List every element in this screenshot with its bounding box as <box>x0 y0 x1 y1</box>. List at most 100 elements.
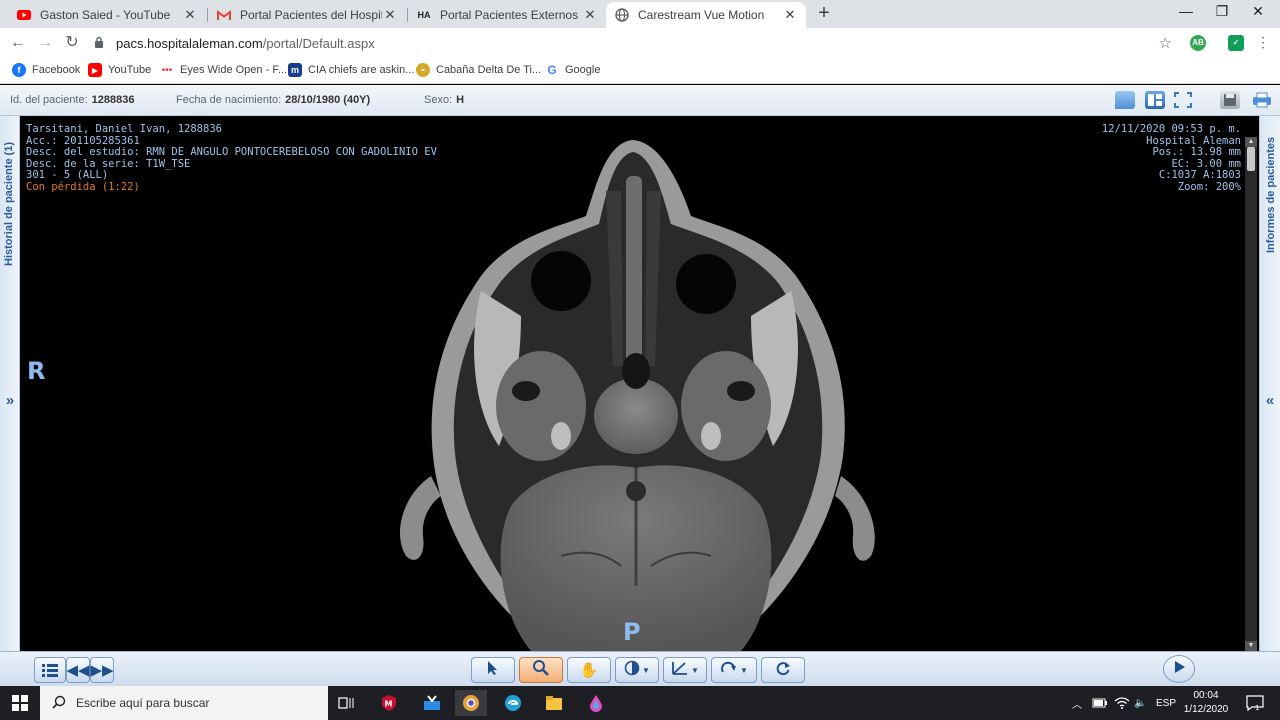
patient-name-line: Tarsitani, Daniel Ivan, 1288836 <box>26 123 222 135</box>
windows-logo-icon <box>12 695 28 711</box>
battery-icon[interactable] <box>1092 686 1108 720</box>
show-hidden-icons[interactable]: ︿ <box>1072 686 1082 720</box>
patient-history-panel[interactable]: Historial de paciente (1) » <box>0 116 20 651</box>
bookmark-label: YouTube <box>108 64 152 76</box>
play-icon <box>1172 660 1186 678</box>
tab-youtube[interactable]: Gaston Saied - YouTube ✕ <box>8 2 206 28</box>
more-menu-icon[interactable]: ⋮ <box>1256 34 1270 51</box>
bookmark-label: Cabaña Delta De Ti... <box>436 64 542 76</box>
tab-portal-pacientes-externos[interactable]: HA Portal Pacientes Externos ✕ <box>408 2 606 28</box>
shield-extension-icon[interactable]: ✓ <box>1228 35 1244 51</box>
patient-dob: Fecha de nacimiento: 28/10/1980 (40Y) <box>176 94 371 106</box>
expand-chevron-icon[interactable]: » <box>0 392 20 409</box>
ha-logo-icon: HA <box>417 10 431 20</box>
print-icon[interactable] <box>1251 91 1271 109</box>
reload-icon[interactable]: ↻ <box>62 33 82 53</box>
viewer-toolbar: ◀◀ ▶▶ ✋ ▼ ▼ ▼ <box>0 651 1280 686</box>
clock-time: 00:04 <box>1193 690 1219 701</box>
task-view-icon[interactable] <box>330 690 362 716</box>
bookmark-cabana-delta[interactable]: ◓ Cabaña Delta De Ti... <box>416 63 541 77</box>
bookmark-label: Eyes Wide Open - F... <box>180 64 287 76</box>
patient-info-header: Id. del paciente: 1288836 Fecha de nacimi… <box>0 85 1280 116</box>
overlay-top-right: 12/11/2020 09:53 p. m. Hospital Aleman P… <box>1102 123 1241 194</box>
maximize-icon[interactable]: ❐ <box>1212 3 1232 20</box>
patient-reports-panel[interactable]: Informes de pacientes « <box>1259 116 1280 651</box>
notification-center-icon[interactable]: 1 <box>1246 686 1264 720</box>
url-input[interactable]: pacs.hospitalaleman.com/portal/Default.a… <box>90 31 1184 55</box>
edge-icon[interactable] <box>497 690 529 716</box>
close-icon[interactable]: ✕ <box>782 7 798 23</box>
windows-start-button[interactable] <box>0 686 40 720</box>
scroll-up-icon[interactable]: ▲ <box>1245 137 1257 147</box>
new-tab-button[interactable]: + <box>814 3 834 24</box>
url-host: pacs.hospitalaleman.com <box>116 35 263 51</box>
rotate-flip-tool-button[interactable]: ▼ <box>711 657 757 683</box>
tab-carestream-vue-motion[interactable]: Carestream Vue Motion ✕ <box>606 2 806 28</box>
pan-tool-button[interactable]: ✋ <box>567 657 611 683</box>
next-series-button[interactable]: ▶▶ <box>90 657 114 683</box>
close-icon[interactable]: ✕ <box>582 7 598 23</box>
previous-series-button[interactable]: ◀◀ <box>66 657 90 683</box>
patient-history-label: Historial de paciente (1) <box>3 141 15 266</box>
tab-title: Gaston Saied - YouTube <box>40 8 171 22</box>
scroll-down-icon[interactable]: ▼ <box>1245 641 1257 651</box>
bookmark-label: Google <box>565 64 601 76</box>
language-indicator[interactable]: ESP <box>1156 686 1176 720</box>
image-scrollbar[interactable]: ▲ ▼ <box>1245 137 1257 651</box>
chevron-down-icon: ▼ <box>642 665 650 675</box>
window-close-icon[interactable]: ✕ <box>1248 3 1268 20</box>
pointer-tool-button[interactable] <box>471 657 515 683</box>
wifi-icon[interactable] <box>1114 686 1130 720</box>
tab-title: Portal Pacientes Externos <box>440 8 579 22</box>
back-arrow-icon[interactable]: ← <box>8 33 28 53</box>
minimize-icon[interactable]: — <box>1176 3 1196 19</box>
cursor-arrow-icon <box>486 660 500 680</box>
cine-play-button[interactable] <box>1163 655 1195 683</box>
compression-line: Con pérdida (1:22) <box>26 180 140 193</box>
tab-portal-pacientes-hospital[interactable]: Portal Pacientes del Hospital Alem ✕ <box>208 2 406 28</box>
address-bar: ← → ↻ pacs.hospitalaleman.com/portal/Def… <box>0 28 1280 58</box>
collapse-chevron-icon[interactable]: « <box>1260 392 1280 409</box>
url-path: /portal/Default.aspx <box>262 35 375 51</box>
bookmark-cia-chiefs[interactable]: m CIA chiefs are askin... <box>288 63 414 77</box>
bookmark-youtube[interactable]: ▶ YouTube <box>88 63 151 77</box>
search-placeholder: Escribe aquí para buscar <box>76 696 210 710</box>
thumbnail-list-button[interactable] <box>34 657 66 683</box>
store-download-icon[interactable] <box>416 690 448 716</box>
bookmark-eyes-wide-open[interactable]: ••• Eyes Wide Open - F... <box>160 63 287 77</box>
image-viewport[interactable]: Tarsitani, Daniel Ivan, 1288836 Acc.: 20… <box>21 116 1259 651</box>
adblock-extension-icon[interactable]: AB <box>1190 35 1206 51</box>
chat-icon[interactable] <box>1115 91 1135 109</box>
file-explorer-icon[interactable] <box>538 690 570 716</box>
save-icon[interactable] <box>1220 91 1240 109</box>
system-clock[interactable]: 00:04 1/12/2020 <box>1178 689 1234 717</box>
lock-icon <box>94 36 108 51</box>
measure-tool-button[interactable]: ▼ <box>663 657 707 683</box>
m-logo-icon: m <box>288 63 302 77</box>
fullscreen-icon[interactable] <box>1173 91 1193 109</box>
chevron-down-icon: ▼ <box>740 665 748 675</box>
bookmark-facebook[interactable]: f Facebook <box>12 63 80 77</box>
patient-sex: Sexo: H <box>424 94 465 106</box>
window-level-tool-button[interactable]: ▼ <box>615 657 659 683</box>
forward-arrow-icon[interactable]: → <box>35 33 55 53</box>
volume-icon[interactable]: 🔈 <box>1134 686 1146 720</box>
bookmark-google[interactable]: G Google <box>545 63 600 77</box>
series-layout-icon[interactable] <box>1145 91 1165 109</box>
magnifier-icon <box>532 659 550 681</box>
youtube-icon <box>16 7 32 23</box>
zoom-tool-button[interactable] <box>519 657 563 683</box>
gmail-icon <box>216 7 232 23</box>
contrast-icon <box>624 660 640 680</box>
paint-drop-icon[interactable] <box>580 690 612 716</box>
bookmark-star-icon[interactable]: ☆ <box>1159 34 1172 52</box>
taskbar-search-box[interactable]: Escribe aquí para buscar <box>40 686 328 720</box>
search-icon <box>52 695 66 712</box>
mcafee-icon[interactable]: M <box>373 690 405 716</box>
scrollbar-thumb[interactable] <box>1247 147 1255 171</box>
hat-icon: ◓ <box>416 63 430 77</box>
close-icon[interactable]: ✕ <box>182 7 198 23</box>
chrome-icon[interactable] <box>455 690 487 716</box>
close-icon[interactable]: ✕ <box>382 7 398 23</box>
reset-button[interactable] <box>761 657 805 683</box>
